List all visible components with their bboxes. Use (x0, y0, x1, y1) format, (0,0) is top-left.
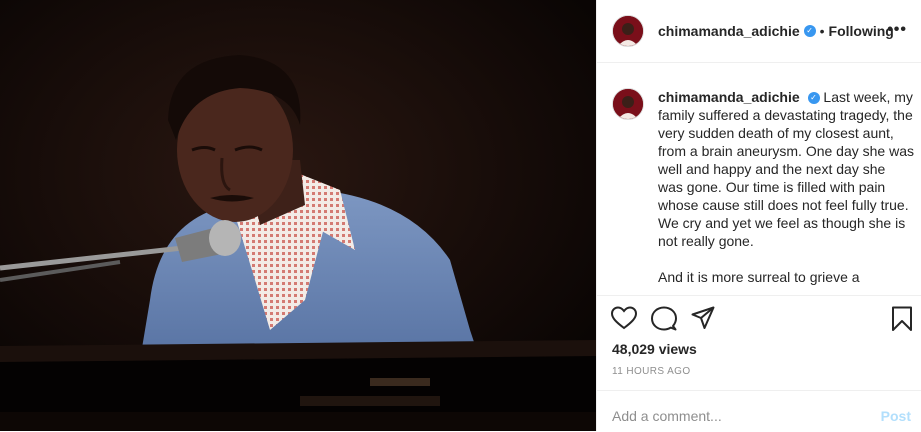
post-author-username[interactable]: chimamanda_adichie (658, 23, 800, 39)
comment-icon[interactable] (651, 306, 677, 337)
caption-text: chimamanda_adichie ✓ Last week, my famil… (658, 88, 915, 295)
post-side-panel: chimamanda_adichie ✓ • Following ••• chi… (596, 0, 921, 431)
heart-icon[interactable] (610, 306, 638, 335)
instagram-post-view: chimamanda_adichie ✓ • Following ••• chi… (0, 0, 921, 431)
caption-row: chimamanda_adichie ✓ Last week, my famil… (612, 88, 915, 295)
post-timestamp[interactable]: 11 HOURS AGO (612, 366, 691, 377)
comment-input[interactable]: Add a comment... (612, 408, 722, 424)
post-comment-button[interactable]: Post (881, 408, 911, 424)
caption-avatar[interactable] (612, 88, 644, 120)
bookmark-icon[interactable] (891, 306, 913, 337)
avatar-image (613, 16, 643, 46)
caption-paragraph-1: Last week, my family suffered a devastat… (658, 89, 915, 249)
video-frame (0, 0, 596, 431)
verified-badge-icon: ✓ (807, 92, 820, 105)
view-count[interactable]: 48,029 views (612, 341, 697, 357)
action-bar (597, 296, 921, 336)
caption-scroll-area[interactable]: chimamanda_adichie ✓ Last week, my famil… (597, 63, 921, 296)
caption-paragraph-2: And it is more surreal to grieve a (658, 269, 860, 285)
header-separator: • (819, 23, 825, 39)
following-button[interactable]: Following (829, 23, 894, 39)
comment-box: Add a comment... Post (597, 390, 921, 432)
more-options-icon[interactable]: ••• (887, 21, 907, 39)
caption-username[interactable]: chimamanda_adichie (658, 89, 800, 105)
avatar[interactable] (612, 15, 644, 47)
verified-badge-icon: ✓ (803, 25, 816, 37)
post-header: chimamanda_adichie ✓ • Following ••• (597, 0, 921, 63)
caption-avatar-image (613, 89, 643, 119)
video-player[interactable] (0, 0, 596, 431)
share-icon[interactable] (691, 306, 715, 335)
